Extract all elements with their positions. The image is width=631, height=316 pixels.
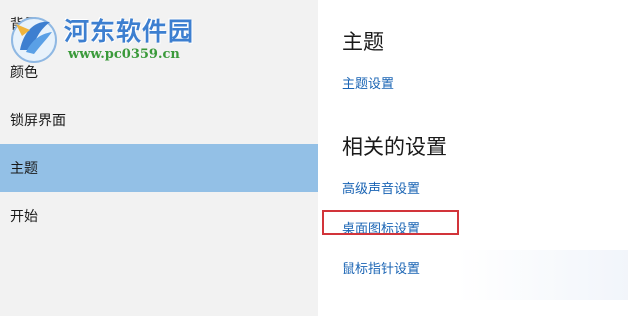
sidebar-item-label: 主题 — [10, 161, 38, 177]
theme-heading: 主题 — [342, 30, 384, 54]
desktop-icon-settings-link[interactable]: 桌面图标设置 — [342, 218, 420, 237]
theme-settings-link[interactable]: 主题设置 — [342, 73, 394, 92]
sidebar-item-label: 颜色 — [10, 65, 38, 81]
sidebar-item-lock-screen[interactable]: 锁屏界面 — [0, 96, 318, 144]
sidebar: 背景 颜色 锁屏界面 主题 开始 — [0, 0, 318, 316]
advanced-sound-settings-link[interactable]: 高级声音设置 — [342, 178, 420, 197]
settings-window: 背景 颜色 锁屏界面 主题 开始 河东软件园 www.pc0359.cn 主题 … — [0, 0, 631, 316]
related-settings-heading: 相关的设置 — [342, 135, 447, 159]
sidebar-item-label: 开始 — [10, 209, 38, 225]
mouse-pointer-settings-link[interactable]: 鼠标指针设置 — [342, 258, 420, 277]
content-pane: 主题 主题设置 相关的设置 高级声音设置 桌面图标设置 鼠标指针设置 — [318, 0, 631, 316]
sidebar-item-label: 背景 — [10, 17, 38, 33]
sidebar-item-label: 锁屏界面 — [10, 113, 66, 129]
screen-glare — [458, 250, 628, 300]
sidebar-item-background[interactable]: 背景 — [0, 0, 318, 46]
sidebar-item-colors[interactable]: 颜色 — [0, 48, 318, 96]
sidebar-item-themes[interactable]: 主题 — [0, 144, 318, 192]
sidebar-item-start[interactable]: 开始 — [0, 192, 318, 240]
